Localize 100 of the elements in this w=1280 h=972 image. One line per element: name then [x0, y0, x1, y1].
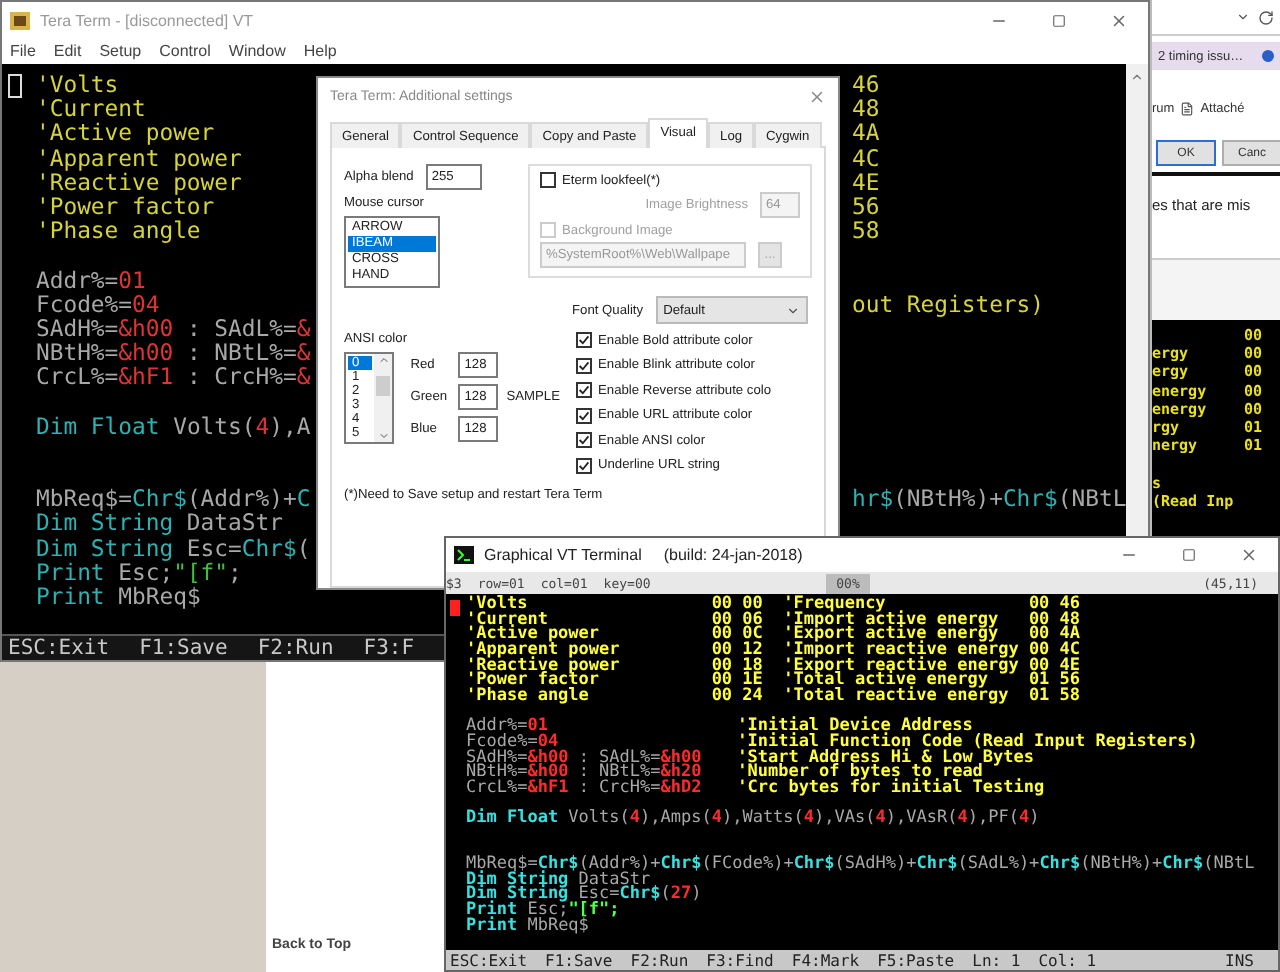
comment-text: 'Reactive power: [36, 169, 242, 194]
register-value: 00 24: [711, 689, 763, 706]
code-text: Fcode%=04: [466, 735, 559, 752]
register-value: 56: [852, 193, 880, 219]
mode-text: INS: [1225, 951, 1254, 969]
checkbox[interactable]: [540, 172, 556, 188]
caret-icon[interactable]: [785, 303, 800, 317]
checkmark-icon: [578, 384, 590, 396]
checkmark-icon: [578, 334, 590, 346]
shortcut-text: ESC:Exit: [450, 951, 528, 969]
code-text: Addr%=01: [36, 267, 146, 292]
comment-text: 'Phase angle: [466, 689, 589, 706]
comment-text: 'Total reactive energy: [783, 689, 1009, 706]
register-value: 58: [852, 218, 880, 243]
scroll-up-icon[interactable]: [377, 354, 390, 366]
code-text: MbReq$=Chr$(Addr%)+C: [36, 486, 311, 511]
comment-text: 'Phase angle: [36, 218, 201, 243]
shortcut-text: F5:Paste: [877, 951, 955, 969]
code-text: NBtH%=&h00 : NBtL%=&h20: [466, 766, 702, 782]
maximize-icon[interactable]: [1181, 548, 1195, 562]
code-text: Dim Float Volts(4),Amps(4),Watts(4),VAs(4),VAsR(4),PF(4): [466, 812, 1040, 828]
comment-text: 'Current: [36, 96, 146, 121]
scrollbar[interactable]: [1126, 64, 1148, 542]
checkmark-icon: [578, 359, 590, 371]
shortcut-text: F3:F: [363, 636, 415, 660]
menu-item[interactable]: Edit: [53, 42, 82, 60]
shortcut-text: ESC:Exit: [8, 636, 110, 660]
comment-text: 'Active power: [36, 120, 215, 146]
code-text: MbReq$=Chr$(Addr%)+Chr$(FCode%)+Chr$(SAdH%)+Chr$(SAdL%)+Chr$(NBtH%)+Chr$(NBtL: [466, 858, 1255, 874]
checkbox[interactable]: [576, 357, 592, 373]
checkbox[interactable]: [576, 457, 592, 473]
comment-text: 'Power factor: [36, 193, 215, 219]
menu-item[interactable]: File: [10, 42, 36, 60]
scroll-down-icon[interactable]: [377, 430, 390, 442]
text-cursor: [450, 600, 460, 616]
register-value: 00 4C: [1028, 643, 1081, 660]
code-text: NBtH%=&h00 : NBtL%=&: [36, 340, 311, 365]
register-value: 48: [852, 96, 880, 121]
checkbox[interactable]: [576, 382, 592, 398]
register-value: 00 12: [711, 643, 763, 660]
page-icon: [1180, 102, 1195, 116]
menu-item[interactable]: Setup: [99, 42, 142, 60]
refresh-icon[interactable]: [1258, 9, 1274, 25]
dropdown-icon[interactable]: [1236, 10, 1250, 24]
register-value: 01 58: [1028, 689, 1081, 706]
code-text: Print MbReq$: [466, 919, 589, 935]
register-value: 00 0C: [711, 628, 763, 644]
shortcut-text: F2:Run: [257, 636, 334, 660]
register-value: 00 1E: [711, 674, 763, 690]
maximize-icon[interactable]: [1051, 13, 1065, 27]
shortcut-text: F3:Find: [706, 951, 774, 969]
comment-text: 'Volts: [36, 72, 119, 97]
shortcut-text: Col: 1: [1038, 951, 1097, 969]
terminal-icon: [454, 546, 474, 564]
code-text: Print Esc;"[f";: [36, 559, 242, 584]
checkbox[interactable]: [576, 332, 592, 348]
code-text: Dim String DataStr: [36, 510, 283, 536]
shortcut-text: F1:Save: [139, 636, 228, 660]
register-value: 00 46: [1028, 598, 1081, 614]
register-value: 46: [852, 72, 880, 97]
menu-item[interactable]: Control: [159, 42, 211, 60]
build-text: (build: 24-jan-2018): [663, 546, 803, 564]
code-text: hr$(NBtH%)+Chr$(NBtL: [852, 486, 1127, 511]
comment-text: 'Volts: [466, 598, 528, 614]
code-text: Fcode%=04: [36, 291, 160, 316]
checkbox[interactable]: [576, 432, 592, 448]
register-value: 4A: [852, 120, 880, 146]
code-text: Dim Float Volts(4),A: [36, 413, 311, 438]
menu-item[interactable]: Help: [303, 42, 337, 60]
shortcut-text: Ln: 1: [972, 951, 1021, 969]
register-value: 4E: [852, 169, 880, 194]
code-text: CrcL%=&hF1 : CrcH%=&: [36, 364, 311, 389]
code-text: Addr%=01: [466, 720, 548, 736]
register-value: 01 56: [1028, 674, 1081, 690]
close-icon[interactable]: [1239, 546, 1257, 564]
register-value: 00 4A: [1028, 628, 1081, 644]
register-value: 4C: [852, 145, 880, 170]
menu-item[interactable]: Window: [228, 42, 286, 60]
comment-text: out Registers): [852, 291, 1045, 316]
dot-icon[interactable]: [1262, 50, 1274, 62]
app-icon: [10, 11, 30, 29]
text-cursor: [8, 74, 22, 98]
comment-text: 'Apparent power: [36, 145, 242, 170]
window-title: Graphical VT Terminal: [484, 546, 642, 564]
code-text: SAdH%=&h00 : SAdL%=&: [36, 315, 311, 341]
comment-text: 'Power factor: [466, 674, 600, 690]
close-button[interactable]: [808, 87, 826, 105]
shortcut-text: F1:Save: [545, 951, 613, 969]
code-text: Dim String Esc=Chr$(: [36, 535, 311, 560]
comment-text: 'Active power: [466, 628, 600, 644]
checkbox[interactable]: [576, 407, 592, 423]
shortcut-text: F2:Run: [630, 951, 689, 969]
code-text: CrcL%=&hF1 : CrcH%=&hD2: [466, 781, 702, 798]
scroll-up-icon[interactable]: [1130, 70, 1145, 84]
comment-text: 'Apparent power: [466, 643, 620, 660]
shortcut-text: F4:Mark: [791, 951, 860, 969]
checkmark-icon: [578, 434, 590, 446]
comment-text: 'Crc bytes for initial Testing: [737, 781, 1045, 798]
close-icon[interactable]: [1109, 11, 1127, 29]
code-text: Print MbReq$: [36, 583, 201, 609]
